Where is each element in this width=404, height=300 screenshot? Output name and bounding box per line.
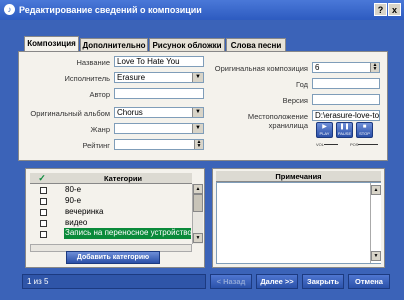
artist-select[interactable]: Erasure ▼	[114, 72, 204, 83]
next-button[interactable]: Далее >>	[256, 274, 298, 289]
volume-slider[interactable]	[324, 144, 338, 145]
pause-icon: ❚❚	[339, 124, 350, 130]
title-bar: ♪ Редактирование сведений о композиции ?…	[0, 0, 404, 20]
scroll-up-icon[interactable]: ▲	[193, 184, 203, 194]
notes-scrollbar[interactable]: ▲ ▼	[370, 183, 381, 263]
cancel-button[interactable]: Отмена	[348, 274, 390, 289]
tab-cover-art[interactable]: Рисунок обложки	[149, 38, 225, 51]
tab-composition[interactable]: Композиция	[24, 36, 79, 52]
artist-label: Исполнитель	[64, 74, 110, 83]
track-number-spinner[interactable]: 6 ▲ ▼	[312, 62, 380, 73]
category-item[interactable]: вечеринка	[65, 207, 103, 216]
chevron-down-icon[interactable]: ▼	[192, 73, 203, 82]
category-checkbox[interactable]	[40, 231, 47, 238]
categories-scrollbar[interactable]: ▲ ▼	[192, 184, 203, 244]
category-checkbox[interactable]	[40, 187, 47, 194]
album-label: Оригинальный альбом	[30, 109, 110, 118]
tab-lyrics[interactable]: Слова песни	[226, 38, 286, 51]
track-number-value: 6	[315, 63, 320, 72]
year-label: Год	[296, 80, 308, 89]
title-label: Название	[76, 58, 110, 67]
categories-column-header[interactable]: Категории	[54, 173, 192, 184]
status-position: 1 из 5	[22, 274, 206, 289]
scroll-up-icon[interactable]: ▲	[371, 185, 381, 195]
window-title: Редактирование сведений о композиции	[19, 5, 202, 15]
notes-header: Примечания	[216, 171, 381, 182]
checkmark-column-header[interactable]: ✓	[30, 173, 54, 184]
category-checkbox[interactable]	[40, 198, 47, 205]
edit-track-info-dialog: ♪ Редактирование сведений о композиции ?…	[0, 0, 404, 300]
category-item[interactable]: 90-е	[65, 196, 81, 205]
author-label: Автор	[89, 90, 110, 99]
back-button[interactable]: < Назад	[210, 274, 252, 289]
checkmark-icon: ✓	[38, 173, 46, 183]
volume-label: VOL	[316, 142, 325, 147]
spinner-arrows-icon[interactable]: ▲ ▼	[194, 140, 203, 149]
stop-icon: ■	[362, 124, 367, 130]
track-number-label: Оригинальная композиция	[214, 64, 308, 73]
play-icon: ▶	[322, 124, 327, 130]
spinner-arrows-icon[interactable]: ▲ ▼	[370, 63, 379, 72]
category-item[interactable]: видео	[65, 218, 87, 227]
close-dialog-button[interactable]: Закрыть	[302, 274, 344, 289]
year-field[interactable]	[312, 78, 380, 89]
chevron-down-icon[interactable]: ▼	[192, 108, 203, 117]
scroll-thumb[interactable]	[193, 194, 203, 212]
category-checkbox[interactable]	[40, 209, 47, 216]
location-label: Местоположение хранилища	[247, 112, 308, 130]
location-field[interactable]: D:\erasure-love-to	[312, 110, 380, 121]
play-button[interactable]: ▶ PLAY	[316, 122, 333, 138]
version-label: Версия	[282, 96, 308, 105]
chevron-down-icon[interactable]: ▼	[192, 124, 203, 133]
tab-additional[interactable]: Дополнительно	[80, 38, 148, 51]
author-field[interactable]	[114, 88, 204, 99]
category-checkbox[interactable]	[40, 220, 47, 227]
rating-label: Рейтинг	[82, 141, 110, 150]
stop-button[interactable]: ■ STOP	[356, 122, 373, 138]
artist-value: Erasure	[117, 73, 146, 82]
rating-spinner[interactable]: ▲ ▼	[114, 139, 204, 150]
app-icon: ♪	[4, 4, 15, 15]
add-category-button[interactable]: Добавить категорию	[66, 251, 160, 264]
genre-select[interactable]: ▼	[114, 123, 204, 134]
category-item-selected[interactable]: Запись на переносное устройство	[64, 228, 191, 239]
scroll-down-icon[interactable]: ▼	[193, 233, 203, 243]
title-field[interactable]: Love To Hate You	[114, 56, 204, 67]
version-field[interactable]	[312, 94, 380, 105]
scroll-down-icon[interactable]: ▼	[371, 251, 381, 261]
genre-label: Жанр	[90, 125, 111, 134]
close-button[interactable]: x	[388, 3, 401, 16]
position-slider[interactable]	[358, 144, 378, 145]
pause-button[interactable]: ❚❚ PAUSE	[336, 122, 353, 138]
notes-textarea[interactable]	[216, 182, 381, 264]
help-button[interactable]: ?	[374, 3, 387, 16]
album-select[interactable]: Chorus ▼	[114, 107, 204, 118]
category-item[interactable]: 80-е	[65, 185, 81, 194]
album-value: Chorus	[117, 108, 143, 117]
